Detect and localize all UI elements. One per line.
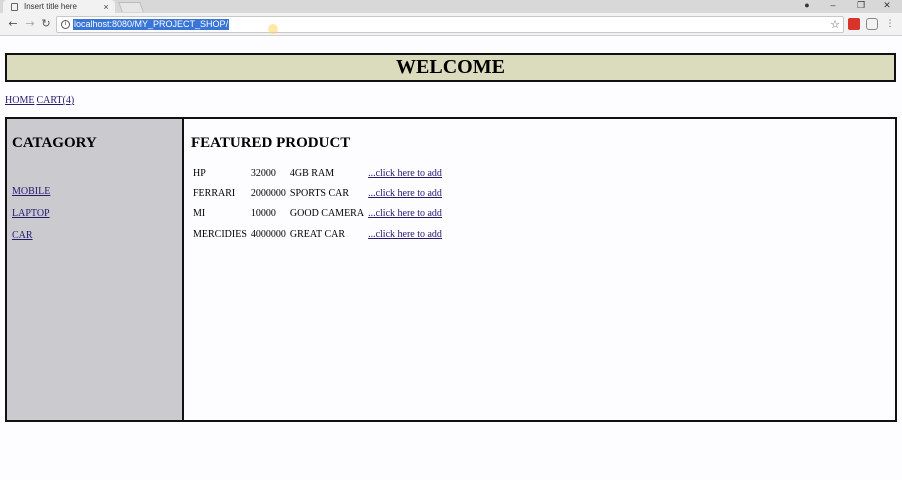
document-icon bbox=[11, 2, 18, 11]
web-page: WELCOME HOME CART(4) CATAGORY MOBILE LAPT… bbox=[0, 37, 902, 480]
category-link-car[interactable]: CAR bbox=[12, 230, 33, 241]
bookmark-star-icon[interactable]: ☆ bbox=[830, 18, 840, 31]
top-nav: HOME CART(4) bbox=[5, 95, 76, 106]
product-price: 32000 bbox=[250, 167, 276, 179]
browser-tab[interactable]: Insert title here × bbox=[3, 0, 115, 13]
product-price: 2000000 bbox=[250, 187, 286, 199]
table-row: HP 32000 4GB RAM ...click here to add bbox=[191, 163, 444, 183]
table-row: FERRARI 2000000 SPORTS CAR ...click here… bbox=[191, 183, 444, 203]
product-price: 10000 bbox=[250, 208, 276, 220]
browser-toolbar: ← → ↻ i localhost:8080/MY_PROJECT_SHOP/ … bbox=[0, 13, 902, 36]
address-bar[interactable]: i localhost:8080/MY_PROJECT_SHOP/ ☆ bbox=[56, 16, 844, 33]
cart-link[interactable]: CART(4) bbox=[36, 95, 74, 106]
add-to-cart-link[interactable]: ...click here to add bbox=[368, 188, 442, 199]
add-to-cart-link[interactable]: ...click here to add bbox=[368, 168, 442, 179]
product-desc: GOOD CAMERA bbox=[289, 208, 365, 220]
category-sidebar: CATAGORY MOBILE LAPTOP CAR bbox=[5, 117, 184, 422]
table-row: MI 10000 GOOD CAMERA ...click here to ad… bbox=[191, 204, 444, 224]
new-tab-button[interactable] bbox=[118, 2, 144, 12]
product-name: MI bbox=[193, 208, 206, 220]
info-icon[interactable]: i bbox=[61, 20, 70, 29]
forward-icon[interactable]: → bbox=[23, 17, 37, 31]
product-desc: SPORTS CAR bbox=[289, 187, 350, 199]
product-price: 4000000 bbox=[250, 228, 286, 240]
minimize-button[interactable]: – bbox=[820, 0, 846, 13]
table-row: MERCIDIES 4000000 GREAT CAR ...click her… bbox=[191, 224, 444, 244]
product-name: HP bbox=[193, 167, 206, 179]
home-link[interactable]: HOME bbox=[5, 95, 34, 106]
menu-icon[interactable]: ⋮ bbox=[884, 18, 896, 30]
url-text[interactable]: localhost:8080/MY_PROJECT_SHOP/ bbox=[73, 19, 230, 30]
product-desc: GREAT CAR bbox=[289, 228, 346, 240]
back-icon[interactable]: ← bbox=[6, 17, 20, 31]
welcome-header: WELCOME bbox=[5, 53, 896, 82]
featured-products-panel: FEATURED PRODUCT HP 32000 4GB RAM ...cli… bbox=[182, 117, 897, 422]
featured-title: FEATURED PRODUCT bbox=[191, 135, 351, 151]
product-name: MERCIDIES bbox=[193, 228, 247, 240]
tab-close-icon[interactable]: × bbox=[101, 2, 111, 12]
category-link-mobile[interactable]: MOBILE bbox=[12, 186, 50, 197]
product-table: HP 32000 4GB RAM ...click here to add FE… bbox=[191, 163, 444, 244]
product-desc: 4GB RAM bbox=[289, 167, 335, 179]
window-close-button[interactable]: ✕ bbox=[874, 0, 900, 13]
category-link-laptop[interactable]: LAPTOP bbox=[12, 208, 50, 219]
mouse-cursor bbox=[268, 24, 278, 34]
add-to-cart-link[interactable]: ...click here to add bbox=[368, 229, 442, 240]
add-to-cart-link[interactable]: ...click here to add bbox=[368, 208, 442, 219]
tab-strip: Insert title here × ● – ❐ ✕ bbox=[0, 0, 902, 13]
profile-icon[interactable]: ● bbox=[794, 0, 820, 13]
sidebar-title: CATAGORY bbox=[12, 135, 97, 151]
shield-extension-icon[interactable] bbox=[848, 18, 860, 30]
reload-icon[interactable]: ↻ bbox=[39, 17, 53, 31]
extension-icon[interactable] bbox=[866, 18, 878, 30]
product-name: FERRARI bbox=[193, 187, 236, 199]
tab-title: Insert title here bbox=[24, 2, 77, 11]
restore-button[interactable]: ❐ bbox=[848, 0, 874, 13]
